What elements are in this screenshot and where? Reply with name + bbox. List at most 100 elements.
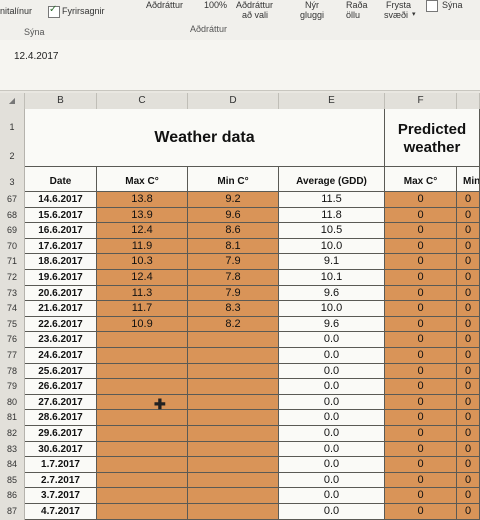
ribbon-zoom100-button[interactable]: 100%: [204, 0, 227, 10]
pred-min-cell[interactable]: 0: [457, 379, 480, 395]
ribbon-headings-label[interactable]: Fyrirsagnir: [62, 6, 105, 16]
date-cell[interactable]: 20.6.2017: [25, 285, 97, 302]
date-cell[interactable]: 25.6.2017: [25, 363, 97, 380]
row-header-2[interactable]: 2: [0, 145, 25, 167]
average-cell[interactable]: 0.0: [279, 441, 385, 458]
min-cell[interactable]: [188, 410, 279, 426]
row-header[interactable]: 69: [0, 223, 25, 239]
formula-bar[interactable]: 12.4.2017: [0, 40, 480, 91]
date-cell[interactable]: 29.6.2017: [25, 426, 97, 442]
row-header[interactable]: 81: [0, 410, 25, 426]
pred-min-cell[interactable]: 0: [457, 270, 480, 286]
pred-max-cell[interactable]: 0: [385, 379, 457, 395]
predicted-weather-title[interactable]: Predicted weather: [385, 109, 480, 167]
date-cell[interactable]: 24.6.2017: [25, 348, 97, 364]
row-header[interactable]: 86: [0, 488, 25, 504]
row-header[interactable]: 72: [0, 270, 25, 286]
pred-min-cell[interactable]: 0: [457, 488, 480, 504]
average-cell[interactable]: 0.0: [279, 472, 385, 489]
max-cell[interactable]: 11.9: [97, 238, 188, 255]
row-header[interactable]: 79: [0, 379, 25, 395]
average-cell[interactable]: 0.0: [279, 394, 385, 411]
max-cell[interactable]: [97, 363, 188, 380]
pred-min-cell[interactable]: 0: [457, 457, 480, 473]
max-cell[interactable]: 12.4: [97, 270, 188, 286]
row-header[interactable]: 87: [0, 504, 25, 520]
average-cell[interactable]: 11.5: [279, 192, 385, 208]
max-cell[interactable]: [97, 457, 188, 473]
col-label-pred-min[interactable]: Min: [457, 167, 480, 192]
max-cell[interactable]: [97, 441, 188, 458]
max-cell[interactable]: [97, 426, 188, 442]
date-cell[interactable]: 19.6.2017: [25, 270, 97, 286]
column-header-f[interactable]: F: [385, 93, 457, 109]
date-cell[interactable]: 27.6.2017: [25, 394, 97, 411]
average-cell[interactable]: 0.0: [279, 332, 385, 348]
min-cell[interactable]: [188, 379, 279, 395]
max-cell[interactable]: [97, 472, 188, 489]
average-cell[interactable]: 10.0: [279, 238, 385, 255]
min-cell[interactable]: [188, 472, 279, 489]
row-header[interactable]: 77: [0, 348, 25, 364]
headings-checkbox[interactable]: [48, 4, 60, 18]
min-cell[interactable]: 8.3: [188, 301, 279, 317]
pred-max-cell[interactable]: 0: [385, 394, 457, 411]
pred-max-cell[interactable]: 0: [385, 410, 457, 426]
min-cell[interactable]: 8.6: [188, 223, 279, 239]
average-cell[interactable]: 9.6: [279, 316, 385, 333]
min-cell[interactable]: 8.2: [188, 316, 279, 333]
average-cell[interactable]: 0.0: [279, 410, 385, 426]
pred-max-cell[interactable]: 0: [385, 223, 457, 239]
average-cell[interactable]: 0.0: [279, 488, 385, 504]
max-cell[interactable]: [97, 410, 188, 426]
min-cell[interactable]: 7.9: [188, 285, 279, 302]
min-cell[interactable]: [188, 441, 279, 458]
date-cell[interactable]: 22.6.2017: [25, 316, 97, 333]
average-cell[interactable]: 9.6: [279, 285, 385, 302]
row-header[interactable]: 68: [0, 207, 25, 224]
show-checkbox[interactable]: [426, 0, 438, 12]
date-cell[interactable]: 4.7.2017: [25, 504, 97, 520]
row-header[interactable]: 73: [0, 285, 25, 302]
pred-max-cell[interactable]: 0: [385, 348, 457, 364]
chevron-down-icon[interactable]: ▾: [412, 10, 416, 18]
row-header[interactable]: 71: [0, 254, 25, 270]
col-label-max[interactable]: Max C°: [97, 167, 188, 192]
pred-min-cell[interactable]: 0: [457, 285, 480, 302]
col-label-min[interactable]: Min C°: [188, 167, 279, 192]
ribbon-arrange-all-button[interactable]: Raða: [346, 0, 368, 10]
column-header-e[interactable]: E: [279, 93, 385, 109]
row-header[interactable]: 83: [0, 441, 25, 458]
date-cell[interactable]: 16.6.2017: [25, 223, 97, 239]
max-cell[interactable]: 13.8: [97, 192, 188, 208]
pred-min-cell[interactable]: 0: [457, 426, 480, 442]
pred-max-cell[interactable]: 0: [385, 270, 457, 286]
average-cell[interactable]: 0.0: [279, 363, 385, 380]
pred-min-cell[interactable]: 0: [457, 472, 480, 489]
pred-min-cell[interactable]: 0: [457, 192, 480, 208]
ribbon-gridlines-label[interactable]: nitalínur: [0, 6, 32, 16]
pred-max-cell[interactable]: 0: [385, 301, 457, 317]
max-cell[interactable]: [97, 394, 188, 411]
pred-max-cell[interactable]: 0: [385, 192, 457, 208]
pred-max-cell[interactable]: 0: [385, 254, 457, 270]
pred-min-cell[interactable]: 0: [457, 238, 480, 255]
max-cell[interactable]: [97, 379, 188, 395]
pred-min-cell[interactable]: 0: [457, 223, 480, 239]
pred-max-cell[interactable]: 0: [385, 207, 457, 224]
row-header[interactable]: 76: [0, 332, 25, 348]
ribbon-freeze-panes-button[interactable]: Frysta: [386, 0, 411, 10]
max-cell[interactable]: [97, 488, 188, 504]
max-cell[interactable]: [97, 348, 188, 364]
pred-max-cell[interactable]: 0: [385, 238, 457, 255]
row-header[interactable]: 85: [0, 472, 25, 489]
row-header[interactable]: 80: [0, 394, 25, 411]
min-cell[interactable]: [188, 457, 279, 473]
min-cell[interactable]: [188, 426, 279, 442]
pred-min-cell[interactable]: 0: [457, 363, 480, 380]
average-cell[interactable]: 10.0: [279, 301, 385, 317]
pred-max-cell[interactable]: 0: [385, 488, 457, 504]
average-cell[interactable]: 11.8: [279, 207, 385, 224]
pred-max-cell[interactable]: 0: [385, 363, 457, 380]
col-label-average[interactable]: Average (GDD): [279, 167, 385, 192]
